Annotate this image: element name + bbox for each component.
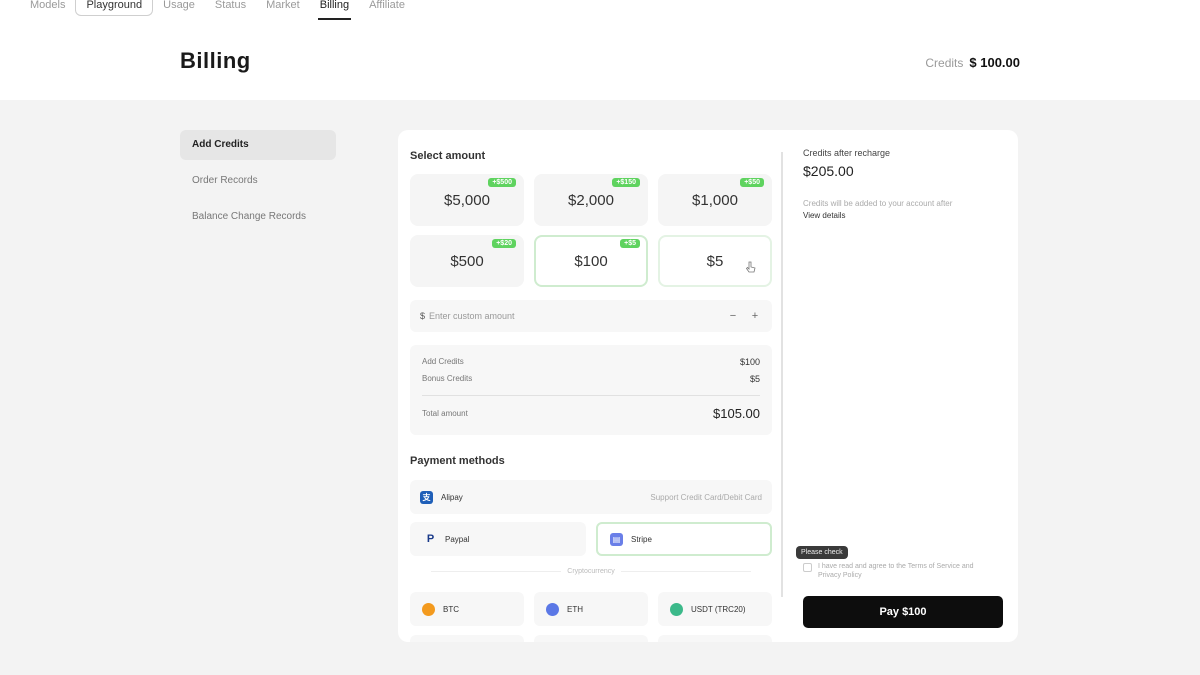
total-amount-label: Total amount <box>422 408 468 418</box>
payment-method-usdt[interactable]: USDT (TRC20) <box>658 592 772 626</box>
sidebar-item-balance-records[interactable]: Balance Change Records <box>180 202 336 232</box>
ethereum-icon <box>546 602 559 616</box>
amount-value: $1,000 <box>692 191 738 209</box>
crypto-divider-label: Cryptocurrency <box>410 568 772 575</box>
credits-balance: Credits $ 100.00 <box>925 55 1020 70</box>
terms-agreement: I have read and agree to the Terms of Se… <box>803 562 993 580</box>
billing-sidebar: Add Credits Order Records Balance Change… <box>180 130 336 238</box>
select-amount-title: Select amount <box>410 150 486 162</box>
nav-item-models[interactable]: Models <box>20 0 75 16</box>
recharge-summary-panel: Credits after recharge $205.00 Credits w… <box>796 130 1003 642</box>
amount-option-100[interactable]: $100 +$5 <box>534 235 648 287</box>
payment-method-label: Stripe <box>631 534 652 544</box>
crypto-methods: BTC ETH USDT (TRC20) <box>410 592 772 626</box>
bonus-credits-value: $5 <box>749 373 760 384</box>
bonus-badge: +$500 <box>488 178 516 187</box>
payment-method-alipay[interactable]: 支 Alipay Support Credit Card/Debit Card <box>410 480 772 514</box>
add-credits-label: Add Credits <box>422 357 464 366</box>
credits-after-label: Credits after recharge <box>803 148 891 158</box>
summary-divider <box>422 395 760 396</box>
amount-value: $100 <box>574 252 608 270</box>
bonus-badge: +$150 <box>612 178 640 187</box>
recharge-card: Select amount $5,000 +$500 $2,000 +$150 … <box>398 130 1018 642</box>
payment-method-stripe[interactable]: ▤ Stripe <box>596 522 772 556</box>
credits-after-value: $205.00 <box>803 163 854 179</box>
sidebar-item-order-records[interactable]: Order Records <box>180 166 336 196</box>
bonus-badge: +$50 <box>740 178 764 187</box>
nav-item-billing[interactable]: Billing <box>310 0 359 20</box>
nav-item-market[interactable]: Market <box>256 0 310 16</box>
credits-value: $ 100.00 <box>969 55 1020 70</box>
amount-option-2000[interactable]: $2,000 +$150 <box>534 174 648 226</box>
paypal-icon: P <box>426 533 435 545</box>
crypto-tile-more[interactable] <box>534 635 648 642</box>
crypto-label: ETH <box>567 604 583 614</box>
custom-amount-placeholder: Enter custom amount <box>429 311 515 321</box>
crypto-methods-more <box>410 635 772 642</box>
top-bar: Models Playground Usage Status Market Bi… <box>0 0 1200 100</box>
payment-method-eth[interactable]: ETH <box>534 592 648 626</box>
amount-options: $5,000 +$500 $2,000 +$150 $1,000 +$50 $5… <box>410 174 772 287</box>
payment-method-note: Support Credit Card/Debit Card <box>650 492 762 502</box>
crypto-tile-more[interactable] <box>410 635 524 642</box>
alipay-icon: 支 <box>420 490 433 504</box>
custom-amount-input[interactable]: $ Enter custom amount − + <box>410 300 772 332</box>
amount-value: $500 <box>450 252 484 270</box>
sidebar-item-add-credits[interactable]: Add Credits <box>180 130 336 160</box>
bonus-badge: +$20 <box>492 239 516 248</box>
amount-value: $5 <box>706 252 724 270</box>
order-summary: Add Credits $100 Bonus Credits $5 Total … <box>410 345 772 435</box>
usdt-icon <box>670 602 683 616</box>
total-amount-value: $105.00 <box>713 405 760 421</box>
payment-methods-title: Payment methods <box>410 455 505 467</box>
amount-option-500[interactable]: $500 +$20 <box>410 235 524 287</box>
amount-value: $2,000 <box>568 191 614 209</box>
stripe-icon: ▤ <box>610 532 623 546</box>
nav-item-usage[interactable]: Usage <box>153 0 205 16</box>
crypto-label: BTC <box>443 604 459 614</box>
increment-button[interactable]: + <box>748 310 762 322</box>
amount-option-5000[interactable]: $5,000 +$500 <box>410 174 524 226</box>
credits-label: Credits <box>925 56 964 70</box>
add-credits-value: $100 <box>739 356 760 367</box>
nav-item-playground[interactable]: Playground <box>75 0 154 16</box>
view-details-link[interactable]: View details <box>803 210 993 222</box>
recharge-form: Select amount $5,000 +$500 $2,000 +$150 … <box>410 130 772 642</box>
bonus-credits-label: Bonus Credits <box>422 374 473 383</box>
amount-option-5[interactable]: $5 <box>658 235 772 287</box>
bitcoin-icon <box>422 602 435 616</box>
crypto-label: USDT (TRC20) <box>691 604 746 614</box>
pay-button[interactable]: Pay $100 <box>803 596 1003 628</box>
nav-item-status[interactable]: Status <box>205 0 256 16</box>
currency-prefix: $ <box>420 311 426 321</box>
payment-method-label: Alipay <box>441 492 463 502</box>
credits-note: Credits will be added to your account af… <box>803 198 993 222</box>
agree-tooltip: Please check <box>796 546 848 559</box>
payment-method-paypal[interactable]: P Paypal <box>410 522 586 556</box>
nav-item-affiliate[interactable]: Affiliate <box>359 0 415 16</box>
payment-methods-row: P Paypal ▤ Stripe <box>410 522 772 556</box>
payment-method-label: Paypal <box>445 534 470 544</box>
amount-value: $5,000 <box>444 191 490 209</box>
payment-method-btc[interactable]: BTC <box>410 592 524 626</box>
page-title: Billing <box>180 48 251 73</box>
credits-note-text: Credits will be added to your account af… <box>803 199 953 208</box>
decrement-button[interactable]: − <box>726 310 740 322</box>
top-nav: Models Playground Usage Status Market Bi… <box>20 0 415 20</box>
amount-option-1000[interactable]: $1,000 +$50 <box>658 174 772 226</box>
crypto-tile-more[interactable] <box>658 635 772 642</box>
column-divider <box>781 152 783 597</box>
terms-text: I have read and agree to the Terms of Se… <box>818 563 974 579</box>
bonus-badge: +$5 <box>620 239 640 248</box>
pointer-cursor-icon <box>746 261 756 273</box>
terms-checkbox[interactable] <box>803 563 812 572</box>
